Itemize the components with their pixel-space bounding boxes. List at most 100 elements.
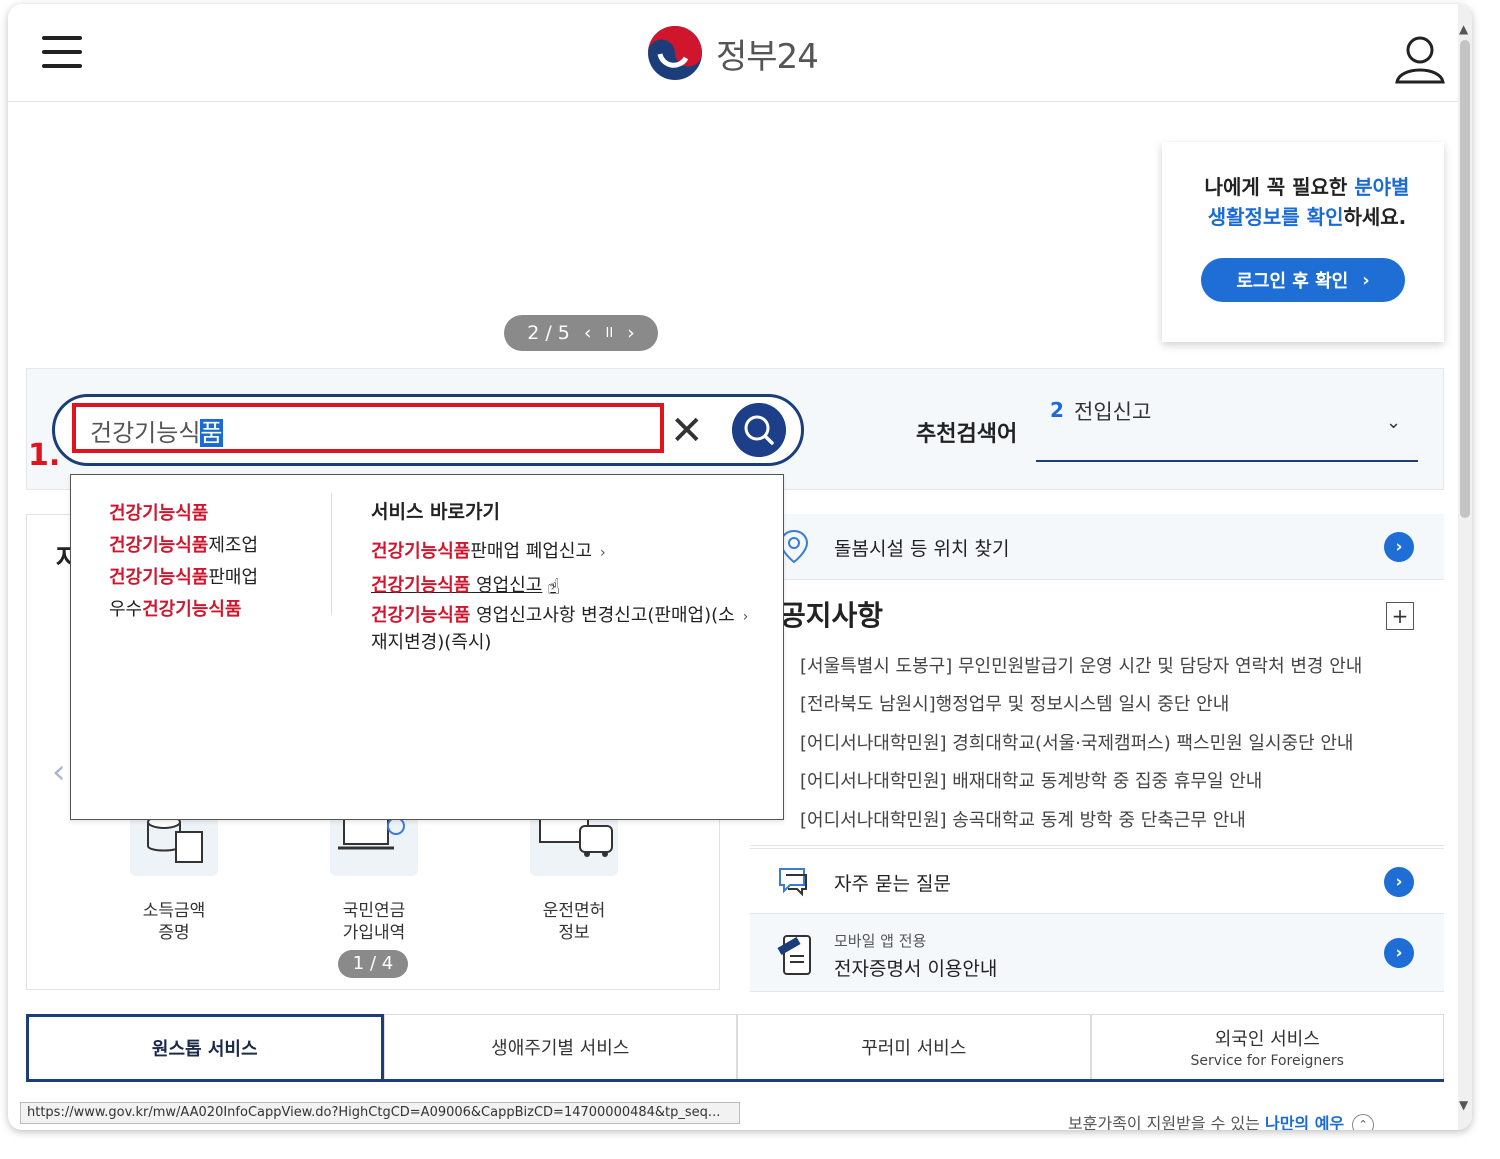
chevron-left-icon[interactable]: ‹ <box>52 752 66 792</box>
service-link-text: 재지변경)(즉시) <box>371 632 492 653</box>
tab-onestop[interactable]: 원스톱 서비스 <box>26 1014 384 1079</box>
autocomplete-suggestion[interactable]: 우수건강기능식품 <box>109 595 241 621</box>
mobile-app-sublabel: 모바일 앱 전용 <box>834 932 927 950</box>
browser-window: 정부24 2 / 5 ‹ II › 나에게 꼭 필요한 분야별 생활정보를 확인… <box>8 4 1472 1130</box>
recommend-rank: 2 <box>1050 398 1064 422</box>
faq-row[interactable]: 자주 묻는 질문 › <box>750 848 1444 914</box>
mobile-certificate-row[interactable]: 모바일 앱 전용 전자증명서 이용안내 › <box>750 914 1444 992</box>
search-input-selected-text: 품 <box>200 419 223 447</box>
search-input-text: 건강기능식 <box>90 419 201 447</box>
suggestion-match: 건강기능식품 <box>109 535 209 556</box>
service-shortcut-link[interactable]: 건강기능식품 영업신고 › <box>371 571 556 597</box>
service-link-match: 건강기능식품 <box>371 575 471 596</box>
chevron-right-icon: › <box>600 545 606 561</box>
notice-item[interactable]: [어디서나대학민원] 경희대학교(서울·국제캠퍼스) 팩스민원 일시중단 안내 <box>800 729 1354 755</box>
quick-service-pager: 1 / 4 <box>338 950 408 978</box>
service-label[interactable]: 운전면허 정보 <box>514 900 634 944</box>
service-shortcut-link[interactable]: 건강기능식품판매업 폐업신고 › <box>371 537 606 563</box>
hand-cursor-icon: ☝ <box>547 575 561 600</box>
service-link-match: 건강기능식품 <box>371 605 471 626</box>
service-label-line: 소득금액 <box>142 901 206 921</box>
login-button-label: 로그인 후 확인 <box>1236 271 1349 292</box>
tab-package[interactable]: 꾸러미 서비스 <box>737 1014 1091 1079</box>
login-info-box: 나에게 꼭 필요한 분야별 생활정보를 확인하세요. 로그인 후 확인 › <box>1162 142 1444 342</box>
service-link-text: 판매업 폐업신고 <box>470 541 593 562</box>
chevron-right-icon: › <box>742 609 749 625</box>
tab-label: 생애주기별 서비스 <box>491 1038 630 1059</box>
service-label-line: 운전면허 <box>542 901 606 921</box>
suggestion-match: 건강기능식품 <box>142 599 242 620</box>
service-label-line: 가입내역 <box>342 923 406 943</box>
service-label-line: 국민연금 <box>342 901 406 921</box>
mobile-certificate-label: 전자증명서 이용안내 <box>834 958 998 980</box>
location-finder-label: 돌봄시설 등 위치 찾기 <box>834 538 1010 560</box>
scrollbar-thumb[interactable] <box>1460 40 1470 518</box>
hamburger-icon[interactable] <box>42 36 82 70</box>
chat-bubble-icon <box>779 868 807 897</box>
service-link-text: 영업신고사항 변경신고(판매업)(소 <box>470 605 735 626</box>
suggestion-match: 건강기능식품 <box>109 503 209 524</box>
site-header: 정부24 <box>8 4 1458 102</box>
faq-label: 자주 묻는 질문 <box>834 873 951 895</box>
banner-next-button[interactable]: › <box>627 322 635 344</box>
service-shortcut-header: 서비스 바로가기 <box>371 501 500 523</box>
login-text-part: 나에게 꼭 필요한 <box>1204 175 1355 199</box>
recommend-term: 전입신고 <box>1074 400 1152 424</box>
login-text-highlight: 분야별 <box>1354 175 1410 199</box>
chevron-down-icon[interactable]: ⌄ <box>1386 412 1401 433</box>
scroll-down-icon[interactable]: ▼ <box>1459 1098 1468 1112</box>
service-shortcut-link[interactable]: 건강기능식품 영업신고사항 변경신고(판매업)(소 › 재지변경)(즉시) <box>371 603 751 655</box>
service-label[interactable]: 국민연금 가입내역 <box>314 900 434 944</box>
location-finder-row[interactable]: 돌봄시설 등 위치 찾기 › <box>750 514 1444 580</box>
tab-label: 외국인 서비스 <box>1214 1029 1320 1050</box>
suggestion-text: 제조업 <box>208 535 259 556</box>
user-icon[interactable] <box>1394 34 1446 84</box>
chevron-right-icon[interactable]: › <box>1384 532 1414 562</box>
chevron-right-icon[interactable]: › <box>1384 867 1414 897</box>
notice-item[interactable]: [전라북도 남원시]행정업무 및 정보시스템 일시 중단 안내 <box>800 690 1229 716</box>
notice-item[interactable]: [서울특별시 도봉구] 무인민원발급기 운영 시간 및 담당자 연락처 변경 안… <box>800 652 1362 678</box>
search-input[interactable]: 건강기능식품 <box>72 403 664 453</box>
service-link-match: 건강기능식품 <box>371 541 471 562</box>
login-info-text: 나에게 꼭 필요한 분야별 생활정보를 확인하세요. <box>1182 172 1432 232</box>
tab-foreigners[interactable]: 외국인 서비스 Service for Foreigners <box>1090 1014 1444 1079</box>
suggestion-match: 건강기능식품 <box>109 567 209 588</box>
recommend-keyword-box[interactable]: 2 전입신고 ⌄ <box>1036 390 1418 462</box>
autocomplete-suggestion[interactable]: 건강기능식품제조업 <box>109 531 258 557</box>
banner-pager: 2 / 5 ‹ II › <box>504 315 658 351</box>
banner-pager-count: 2 / 5 <box>527 322 570 344</box>
status-bar-url: https://www.gov.kr/mw/AA020InfoCappView.… <box>20 1102 740 1124</box>
notice-title: 공지사항 <box>780 599 884 632</box>
government-emblem-icon <box>648 26 702 80</box>
login-text-highlight: 생활정보를 확인 <box>1207 205 1344 229</box>
service-label-line: 증명 <box>158 923 190 943</box>
service-link-text: 영업신고 <box>470 575 543 596</box>
suggestion-text: 판매업 <box>208 567 259 588</box>
chevron-up-icon[interactable]: ⌃ <box>1352 1113 1375 1130</box>
autocomplete-suggestion[interactable]: 건강기능식품 <box>109 499 208 525</box>
autocomplete-suggestion[interactable]: 건강기능식품판매업 <box>109 563 258 589</box>
site-logo[interactable]: 정부24 <box>646 24 819 82</box>
recommend-label: 추천검색어 <box>916 422 1018 447</box>
notice-more-button[interactable]: + <box>1386 602 1414 630</box>
tab-label: 꾸러미 서비스 <box>861 1038 967 1059</box>
service-label[interactable]: 소득금액 증명 <box>114 900 234 944</box>
logo-text: 정부24 <box>716 36 819 77</box>
scroll-up-icon[interactable]: ▲ <box>1459 22 1468 36</box>
tab-lifecycle[interactable]: 생애주기별 서비스 <box>383 1014 737 1079</box>
banner-prev-button[interactable]: ‹ <box>584 322 592 344</box>
service-label-line: 정보 <box>558 923 590 943</box>
search-button[interactable] <box>732 403 786 457</box>
notice-item[interactable]: [어디서나대학민원] 송곡대학교 동계 방학 중 단축근무 안내 <box>800 806 1246 832</box>
login-text-part: 하세요. <box>1343 205 1407 229</box>
chevron-right-icon[interactable]: › <box>1384 938 1414 968</box>
tab-label: 원스톱 서비스 <box>151 1039 258 1060</box>
suggestion-text: 우수 <box>109 599 143 620</box>
veteran-benefit-line[interactable]: 보훈가족이 지원받을 수 있는 나만의 예우 ⌃ <box>1068 1110 1375 1130</box>
notice-item[interactable]: [어디서나대학민원] 배재대학교 동계방학 중 집중 휴무일 안내 <box>800 767 1262 793</box>
banner-pause-button[interactable]: II <box>606 326 614 341</box>
service-tabs: 원스톱 서비스 생애주기별 서비스 꾸러미 서비스 외국인 서비스 Service… <box>26 1014 1444 1082</box>
benefit-highlight: 나만의 예우 <box>1264 1114 1345 1130</box>
login-confirm-button[interactable]: 로그인 후 확인 › <box>1201 258 1405 302</box>
clear-search-icon[interactable]: ✕ <box>670 408 704 454</box>
